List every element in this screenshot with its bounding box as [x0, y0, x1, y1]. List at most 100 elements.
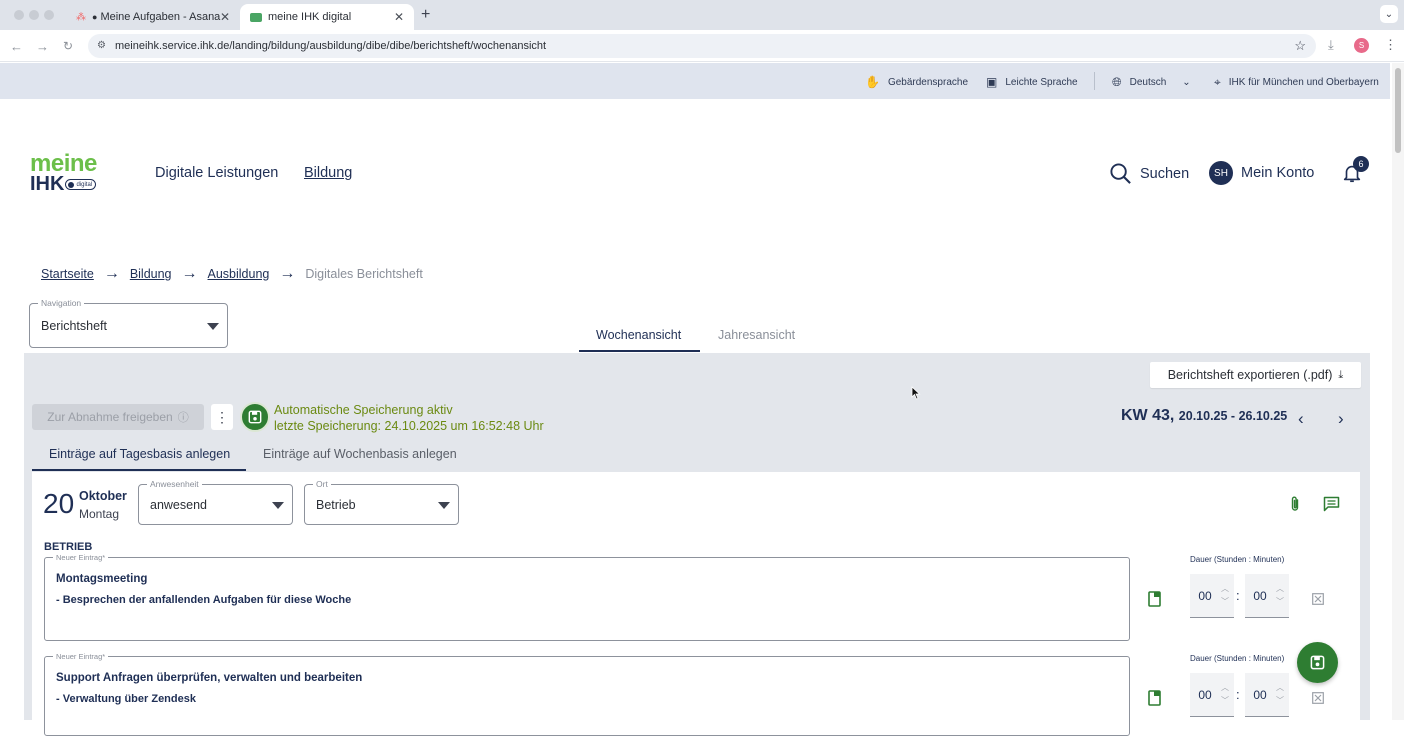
minutes-stepper[interactable]: 00 ︿ ﹀: [1245, 673, 1289, 717]
duration-label: Dauer (Stunden : Minuten): [1190, 555, 1285, 564]
duration-label: Dauer (Stunden : Minuten): [1190, 654, 1285, 663]
chevron-up-icon[interactable]: ︿: [1221, 583, 1229, 594]
save-icon: [1310, 655, 1325, 670]
browser-tab-ihk[interactable]: meine IHK digital ✕: [240, 4, 414, 30]
address-field[interactable]: ⚙ meineihk.service.ihk.de/landing/bildun…: [88, 34, 1316, 58]
chamber-link[interactable]: ⌖ IHK für München und Oberbayern: [1214, 75, 1379, 90]
chevron-up-icon[interactable]: ︿: [1221, 682, 1229, 693]
caret-down-icon: [207, 323, 219, 330]
notification-badge: 6: [1353, 156, 1369, 172]
close-icon[interactable]: ✕: [394, 10, 404, 24]
breadcrumb-bildung[interactable]: Bildung: [130, 267, 172, 281]
easy-language-label: Leichte Sprache: [1005, 76, 1078, 88]
language-select[interactable]: 🌐︎ Deutsch ⌄: [1112, 75, 1191, 90]
tab-jahresansicht[interactable]: Jahresansicht: [718, 328, 795, 342]
minutes-value: 00: [1253, 589, 1267, 603]
site-settings-icon[interactable]: ⚙: [97, 34, 106, 58]
meine-ihk-logo[interactable]: meine IHK digital: [30, 150, 97, 195]
tab-weekly-entries[interactable]: Einträge auf Wochenbasis anlegen: [263, 447, 457, 461]
export-pdf-button[interactable]: Berichtsheft exportieren (.pdf) ⤓: [1150, 362, 1361, 388]
more-options-button[interactable]: ⋮: [211, 404, 233, 430]
browser-menu-icon[interactable]: ⋮: [1384, 37, 1397, 53]
new-tab-button[interactable]: +: [421, 6, 430, 24]
attendance-select[interactable]: Anwesenheit anwesend: [138, 479, 293, 525]
forward-icon[interactable]: →: [36, 39, 49, 54]
bookmark-star-icon[interactable]: ☆: [1294, 34, 1306, 58]
search-label: Suchen: [1140, 165, 1190, 182]
nav-digitale-leistungen[interactable]: Digitale Leistungen: [155, 165, 278, 181]
attendance-value: anwesend: [150, 498, 207, 512]
chevron-down-icon[interactable]: ﹀: [1276, 596, 1284, 607]
unsaved-dot-icon: ●: [92, 12, 98, 22]
logo-top-text: meine: [30, 150, 97, 177]
reload-icon[interactable]: ↻: [63, 39, 73, 53]
tab-wochenansicht[interactable]: Wochenansicht: [596, 328, 681, 342]
utility-bar: ✋ Gebärdensprache ▣ Leichte Sprache 🌐︎ D…: [0, 63, 1390, 99]
minutes-stepper[interactable]: 00 ︿ ﹀: [1245, 574, 1289, 618]
delete-entry-icon[interactable]: [1312, 593, 1324, 605]
chevron-down-icon[interactable]: ﹀: [1276, 695, 1284, 706]
autosave-status: Automatische Speicherung aktiv letzte Sp…: [274, 403, 544, 434]
tab-daily-entries[interactable]: Einträge auf Tagesbasis anlegen: [49, 447, 230, 461]
window-close-dot[interactable]: [14, 10, 24, 20]
export-label: Berichtsheft exportieren (.pdf): [1167, 368, 1333, 382]
tab-label: meine IHK digital: [268, 11, 352, 23]
chevron-left-icon[interactable]: ‹: [1298, 409, 1304, 429]
chevron-up-icon[interactable]: ︿: [1276, 583, 1284, 594]
info-icon: ⓘ: [177, 412, 189, 424]
book-icon: ▣: [986, 75, 998, 89]
nav-bildung[interactable]: Bildung: [304, 165, 352, 181]
close-icon[interactable]: ✕: [220, 10, 230, 24]
active-tab-indicator: [579, 350, 700, 352]
scrollbar-thumb[interactable]: [1395, 68, 1401, 153]
caret-down-icon: [438, 502, 450, 509]
entry-textarea[interactable]: Neuer Eintrag* Support Anfragen überprüf…: [44, 652, 1130, 736]
chevron-down-icon[interactable]: ﹀: [1221, 596, 1229, 607]
entry-detail: - Besprechen der anfallenden Aufgaben fü…: [56, 594, 352, 606]
entry-title: Support Anfragen überprüfen, verwalten u…: [56, 672, 363, 684]
hours-stepper[interactable]: 00 ︿ ﹀: [1190, 574, 1234, 618]
logo-badge-text: digital: [76, 181, 93, 188]
entry-textarea[interactable]: Neuer Eintrag* Montagsmeeting - Besprech…: [44, 553, 1130, 641]
tab-label: Meine Aufgaben - Asana: [100, 11, 221, 23]
navigation-value: Berichtsheft: [41, 319, 108, 333]
release-for-approval-button[interactable]: Zur Abnahme freigeben ⓘ: [32, 404, 204, 430]
profile-avatar[interactable]: S: [1354, 38, 1369, 53]
hours-stepper[interactable]: 00 ︿ ﹀: [1190, 673, 1234, 717]
browser-tab-bar: ⁂ ● Meine Aufgaben - Asana ✕ meine IHK d…: [0, 0, 1404, 30]
template-icon[interactable]: [1148, 690, 1161, 706]
logo-bottom-text: IHK: [30, 173, 65, 195]
location-select[interactable]: Ort Betrieb: [304, 479, 459, 525]
template-icon[interactable]: [1148, 591, 1161, 607]
day-month: Oktober: [79, 489, 127, 503]
breadcrumb-startseite[interactable]: Startseite: [41, 267, 94, 281]
location-pin-icon: ⌖: [1214, 75, 1221, 89]
tab-search-button[interactable]: ⌄: [1380, 5, 1398, 23]
navigation-select[interactable]: Navigation Berichtsheft: [29, 298, 228, 348]
comment-icon[interactable]: [1323, 496, 1340, 512]
arrow-right-icon: →: [103, 265, 120, 282]
back-icon[interactable]: ←: [10, 39, 23, 54]
window-minimize-dot[interactable]: [29, 10, 39, 20]
browser-tab-asana[interactable]: ⁂ ● Meine Aufgaben - Asana ✕: [66, 4, 240, 30]
entry-legend: Neuer Eintrag*: [53, 652, 109, 661]
window-maximize-dot[interactable]: [44, 10, 54, 20]
autosave-indicator: [240, 402, 270, 432]
breadcrumb-ausbildung[interactable]: Ausbildung: [208, 267, 270, 281]
account-button[interactable]: SH Mein Konto: [1209, 161, 1314, 185]
download-icon[interactable]: ⤓: [1328, 37, 1334, 53]
sign-language-link[interactable]: ✋ Gebärdensprache: [865, 75, 968, 89]
delete-entry-icon[interactable]: [1312, 692, 1324, 704]
page-scrollbar[interactable]: [1392, 63, 1404, 720]
chevron-right-icon[interactable]: ›: [1338, 409, 1344, 429]
easy-language-link[interactable]: ▣ Leichte Sprache: [986, 75, 1078, 89]
chevron-up-icon[interactable]: ︿: [1276, 682, 1284, 693]
attachment-icon[interactable]: [1288, 495, 1302, 513]
globe-icon: 🌐︎: [1112, 75, 1122, 89]
avatar: SH: [1209, 161, 1233, 185]
save-button[interactable]: [1297, 642, 1338, 683]
chevron-down-icon[interactable]: ﹀: [1221, 695, 1229, 706]
search-button[interactable]: Suchen: [1109, 162, 1189, 185]
download-icon: ⤓: [1338, 368, 1344, 381]
save-icon: [248, 410, 262, 424]
